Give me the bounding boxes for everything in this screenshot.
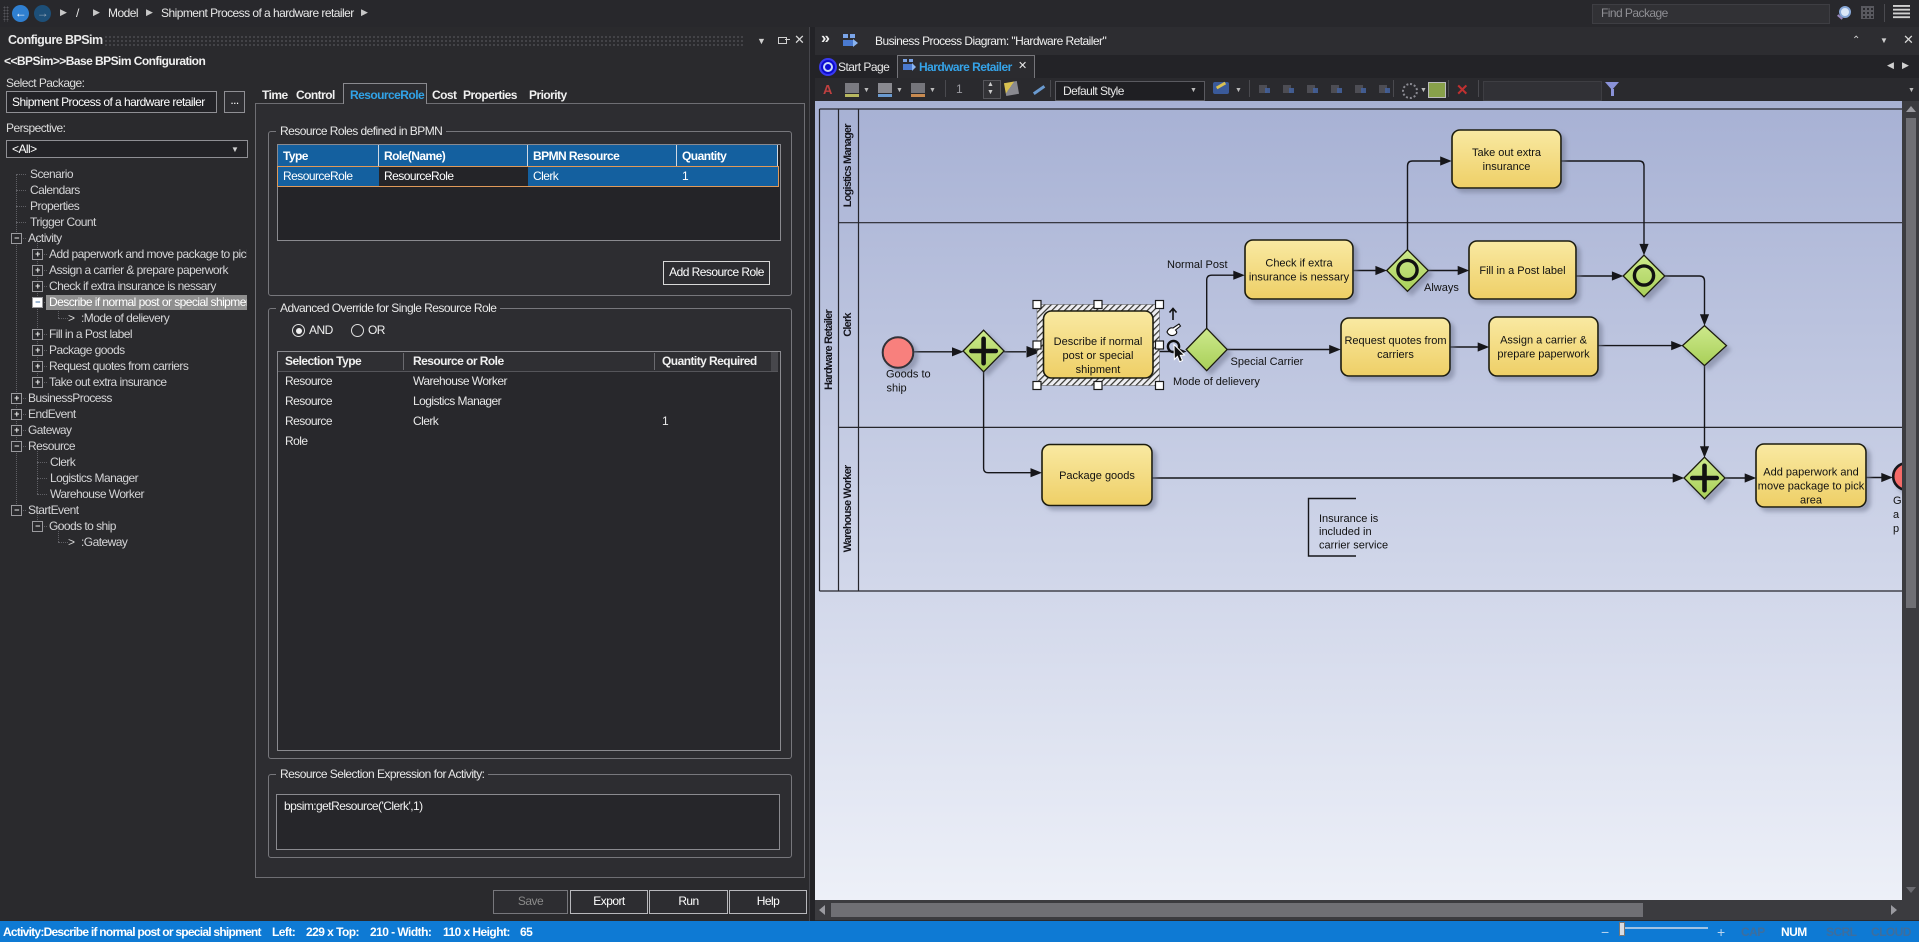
svg-text:carrier service: carrier service: [1319, 540, 1388, 552]
svg-text:Add paperwork and: Add paperwork and: [1763, 467, 1858, 479]
svg-text:Fill in a Post label: Fill in a Post label: [1479, 265, 1565, 277]
svg-text:p: p: [1893, 523, 1899, 535]
svg-text:Hardware Retailer: Hardware Retailer: [823, 309, 835, 390]
svg-text:move package to pick: move package to pick: [1758, 481, 1865, 493]
svg-text:Take out extra: Take out extra: [1472, 147, 1542, 159]
svg-text:Special Carrier: Special Carrier: [1231, 356, 1304, 368]
svg-text:Warehouse Worker: Warehouse Worker: [842, 464, 854, 552]
svg-text:Goods to: Goods to: [886, 369, 931, 381]
svg-text:Logistics Manager: Logistics Manager: [842, 123, 854, 207]
svg-text:G: G: [1893, 495, 1902, 507]
svg-text:Always: Always: [1424, 282, 1459, 294]
svg-text:post or special: post or special: [1063, 350, 1134, 362]
svg-text:Assign a carrier &: Assign a carrier &: [1500, 335, 1587, 347]
svg-text:Describe if normal: Describe if normal: [1054, 336, 1143, 348]
svg-text:Mode of delievery: Mode of delievery: [1173, 376, 1260, 388]
svg-text:Clerk: Clerk: [842, 312, 854, 337]
svg-text:Insurance is: Insurance is: [1319, 513, 1379, 525]
svg-text:Package goods: Package goods: [1059, 470, 1135, 482]
svg-text:insurance is nessary: insurance is nessary: [1249, 272, 1350, 284]
svg-text:carriers: carriers: [1377, 349, 1414, 361]
svg-text:Check if extra: Check if extra: [1265, 258, 1333, 270]
svg-text:insurance: insurance: [1483, 161, 1531, 173]
svg-text:shipment: shipment: [1076, 364, 1121, 376]
svg-text:area: area: [1800, 495, 1823, 507]
svg-text:prepare paperwork: prepare paperwork: [1497, 349, 1590, 361]
svg-text:Normal Post: Normal Post: [1167, 259, 1228, 271]
svg-text:ship: ship: [887, 383, 907, 395]
svg-text:a: a: [1893, 509, 1900, 521]
svg-text:included in: included in: [1319, 526, 1372, 538]
svg-text:Request quotes from: Request quotes from: [1344, 335, 1446, 347]
